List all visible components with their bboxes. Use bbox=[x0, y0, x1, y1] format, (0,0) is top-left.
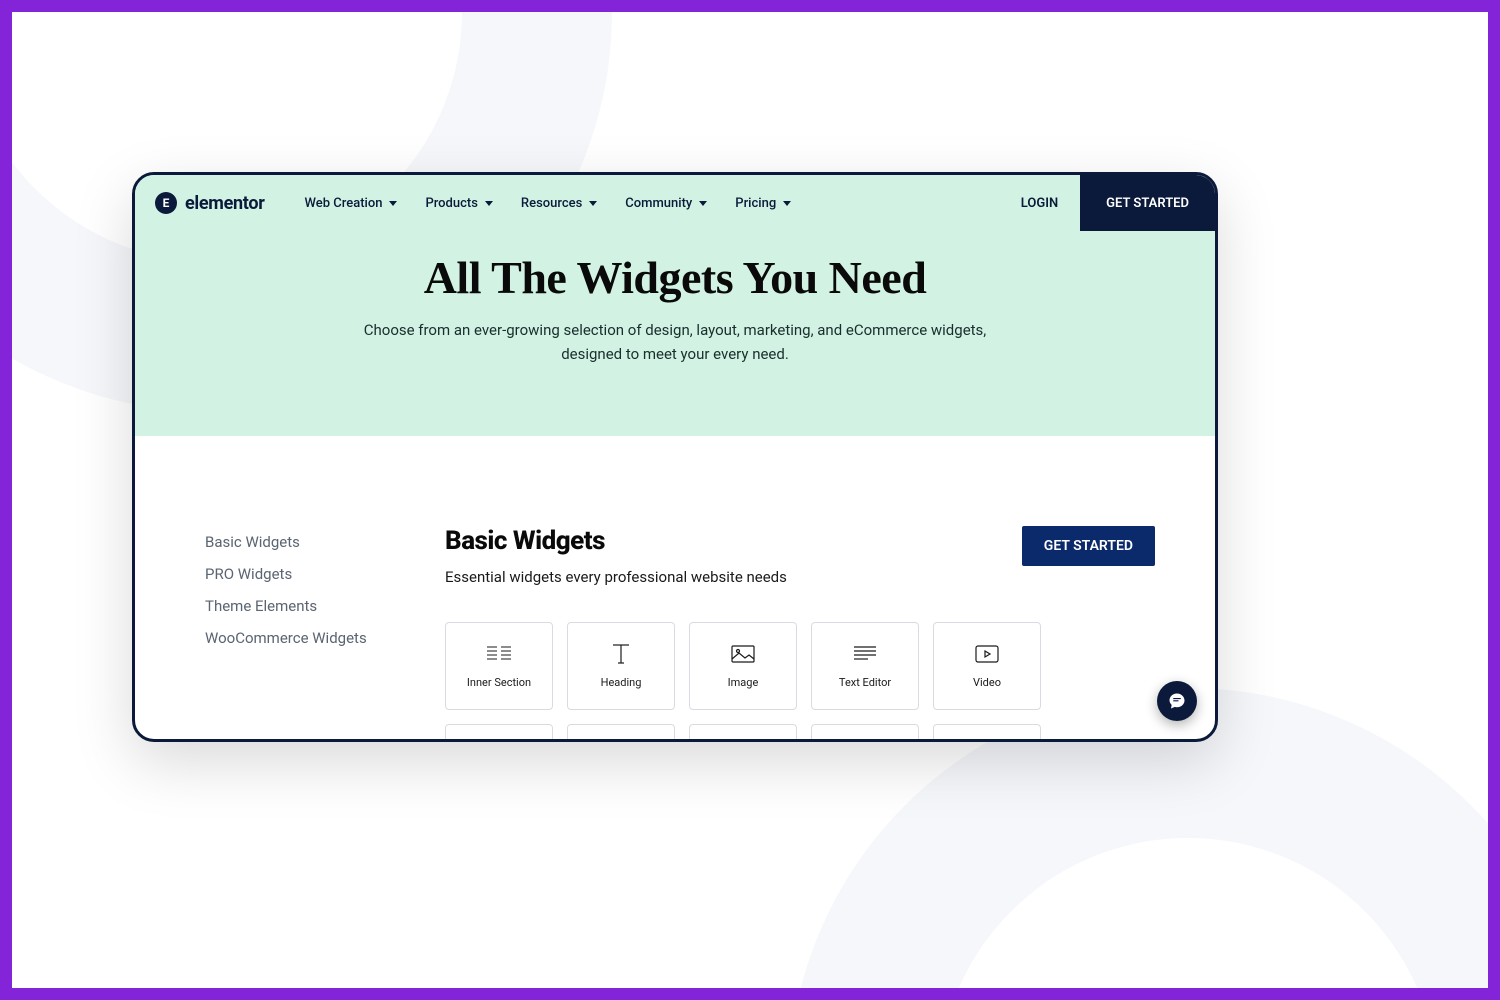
widget-video[interactable]: Video bbox=[933, 622, 1041, 710]
chevron-down-icon bbox=[485, 201, 493, 206]
logo-text: elementor bbox=[185, 193, 265, 214]
chevron-down-icon bbox=[699, 201, 707, 206]
sidebar-item-woocommerce-widgets[interactable]: WooCommerce Widgets bbox=[205, 622, 395, 654]
sidebar-item-pro-widgets[interactable]: PRO Widgets bbox=[205, 558, 395, 590]
heading-icon bbox=[609, 644, 633, 664]
nav-label: Products bbox=[425, 196, 477, 211]
video-icon bbox=[975, 644, 999, 664]
logo[interactable]: E elementor bbox=[155, 192, 265, 214]
widget-label: Image bbox=[728, 676, 759, 689]
section-description: Essential widgets every professional web… bbox=[445, 568, 787, 586]
outer-frame: E elementor Web Creation Products Resour… bbox=[0, 0, 1500, 1000]
widget-image[interactable]: Image bbox=[689, 622, 797, 710]
widget-inner-section[interactable]: Inner Section bbox=[445, 622, 553, 710]
nav-pricing[interactable]: Pricing bbox=[735, 196, 791, 211]
widget-card-partial[interactable] bbox=[811, 724, 919, 740]
image-icon bbox=[731, 644, 755, 664]
chat-button[interactable] bbox=[1157, 681, 1197, 721]
sidebar-item-basic-widgets[interactable]: Basic Widgets bbox=[205, 526, 395, 558]
section-header: Basic Widgets Essential widgets every pr… bbox=[445, 526, 1155, 586]
widget-label: Heading bbox=[601, 676, 642, 689]
get-started-button-top[interactable]: GET STARTED bbox=[1080, 175, 1215, 231]
sidebar-item-theme-elements[interactable]: Theme Elements bbox=[205, 590, 395, 622]
chat-icon bbox=[1168, 692, 1186, 710]
logo-badge-icon: E bbox=[155, 192, 177, 214]
chevron-down-icon bbox=[783, 201, 791, 206]
chevron-down-icon bbox=[589, 201, 597, 206]
hero-subtitle: Choose from an ever-growing selection of… bbox=[345, 318, 1005, 366]
get-started-button-section[interactable]: GET STARTED bbox=[1022, 526, 1155, 566]
widget-label: Video bbox=[973, 676, 1001, 689]
nav-label: Web Creation bbox=[305, 196, 383, 211]
login-link[interactable]: LOGIN bbox=[1021, 196, 1058, 211]
chevron-down-icon bbox=[389, 201, 397, 206]
nav-label: Resources bbox=[521, 196, 582, 211]
content-area: Basic Widgets PRO Widgets Theme Elements… bbox=[135, 436, 1215, 742]
widget-heading[interactable]: Heading bbox=[567, 622, 675, 710]
hero-title: All The Widgets You Need bbox=[135, 251, 1215, 304]
widget-card-partial[interactable] bbox=[933, 724, 1041, 740]
browser-window: E elementor Web Creation Products Resour… bbox=[132, 172, 1218, 742]
main-nav: Web Creation Products Resources Communit… bbox=[305, 196, 792, 211]
widget-card-partial[interactable] bbox=[567, 724, 675, 740]
nav-label: Community bbox=[625, 196, 692, 211]
text-editor-icon bbox=[853, 644, 877, 664]
main-panel: Basic Widgets Essential widgets every pr… bbox=[445, 526, 1155, 742]
topbar-right: LOGIN GET STARTED bbox=[1021, 175, 1215, 231]
nav-label: Pricing bbox=[735, 196, 776, 211]
section-title: Basic Widgets bbox=[445, 526, 787, 556]
category-sidebar: Basic Widgets PRO Widgets Theme Elements… bbox=[205, 526, 395, 742]
widget-button[interactable]: Button bbox=[445, 724, 553, 742]
widget-card-partial[interactable] bbox=[689, 724, 797, 740]
widget-label: Inner Section bbox=[467, 676, 531, 689]
widget-label: Text Editor bbox=[839, 676, 891, 689]
widget-grid: Inner Section Heading bbox=[445, 622, 1155, 742]
nav-resources[interactable]: Resources bbox=[521, 196, 597, 211]
topbar: E elementor Web Creation Products Resour… bbox=[135, 175, 1215, 231]
nav-web-creation[interactable]: Web Creation bbox=[305, 196, 398, 211]
columns-icon bbox=[487, 644, 511, 664]
widget-text-editor[interactable]: Text Editor bbox=[811, 622, 919, 710]
hero-section: E elementor Web Creation Products Resour… bbox=[135, 175, 1215, 436]
nav-community[interactable]: Community bbox=[625, 196, 707, 211]
nav-products[interactable]: Products bbox=[425, 196, 492, 211]
